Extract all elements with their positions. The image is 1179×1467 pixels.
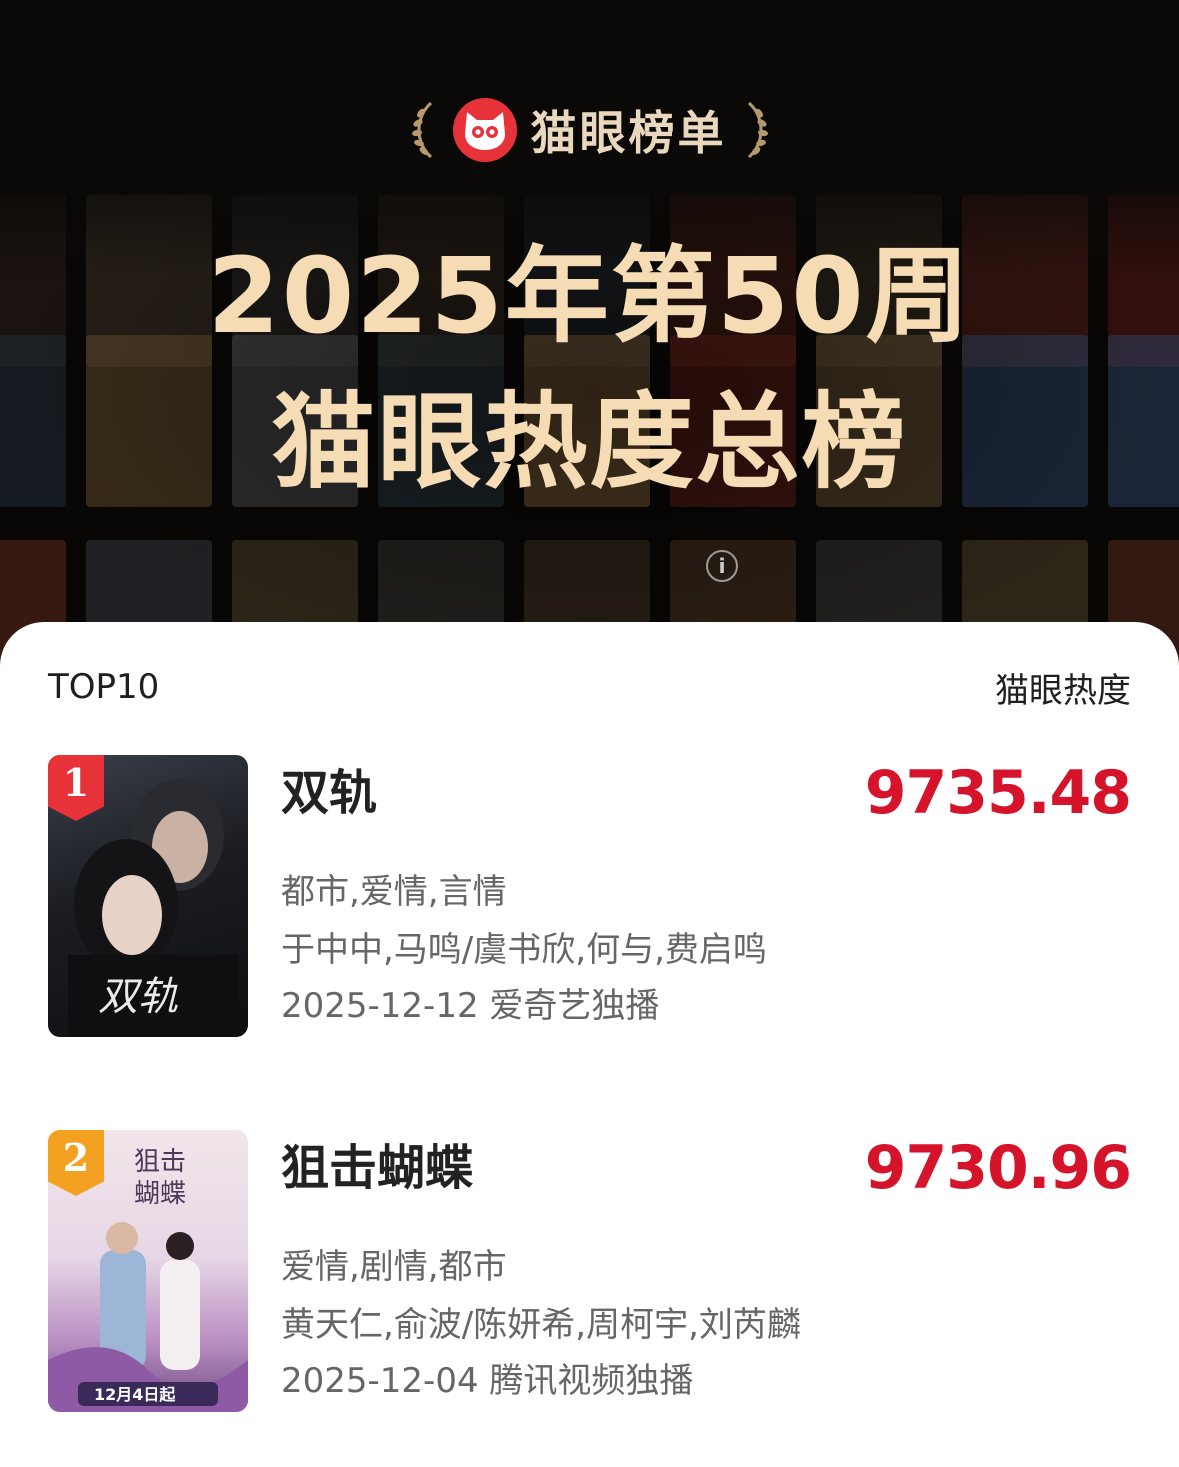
drama-genres: 都市,爱情,言情 — [281, 872, 507, 912]
drama-title[interactable]: 双轨 — [281, 763, 377, 823]
laurel-right-icon — [747, 101, 768, 159]
heat-score: 9730.96 — [864, 1133, 1132, 1203]
heat-column-label: 猫眼热度 — [995, 670, 1131, 711]
hero-title-chart: 猫眼热度总榜 — [271, 381, 908, 503]
svg-text:12月4日起: 12月4日起 — [94, 1385, 176, 1404]
drama-release: 2025-12-04 腾讯视频独播 — [281, 1361, 694, 1401]
drama-release: 2025-12-12 爱奇艺独播 — [281, 986, 660, 1026]
drama-title[interactable]: 狙击蝴蝶 — [281, 1138, 473, 1198]
svg-text:蝴蝶: 蝴蝶 — [134, 1179, 186, 1209]
drama-genres: 爱情,剧情,都市 — [281, 1247, 507, 1287]
info-icon[interactable]: i — [706, 550, 738, 582]
hero-banner: 猫眼榜单 2025年第50周 猫眼热度总榜 i — [0, 0, 1179, 680]
drama-cast: 于中中,马鸣/虞书欣,何与,费启鸣 — [281, 930, 767, 970]
drama-poster[interactable]: 双轨 1 — [48, 755, 248, 1037]
heat-score: 9735.48 — [864, 758, 1132, 828]
laurel-left-icon — [411, 101, 432, 159]
svg-text:狙击: 狙击 — [134, 1147, 186, 1177]
hero-title-week: 2025年第50周 — [207, 235, 972, 357]
ranking-item[interactable]: 狙击 蝴蝶 12月4日起 2 狙击蝴蝶 9730.96 爱情,剧情,都市 黄天仁… — [48, 1130, 1132, 1414]
drama-poster[interactable]: 狙击 蝴蝶 12月4日起 2 — [48, 1130, 248, 1412]
list-header: TOP10 猫眼热度 — [48, 662, 1131, 712]
svg-text:双轨: 双轨 — [98, 974, 178, 1020]
top10-label: TOP10 — [48, 667, 160, 707]
ranking-item[interactable]: 双轨 1 双轨 9735.48 都市,爱情,言情 于中中,马鸣/虞书欣,何与,费… — [48, 755, 1132, 1039]
brand-name: 猫眼榜单 — [530, 106, 727, 160]
cat-face-icon — [452, 98, 517, 162]
brand-header: 猫眼榜单 — [0, 98, 1179, 162]
drama-cast: 黄天仁,俞波/陈妍希,周柯宇,刘芮麟 — [281, 1305, 801, 1345]
